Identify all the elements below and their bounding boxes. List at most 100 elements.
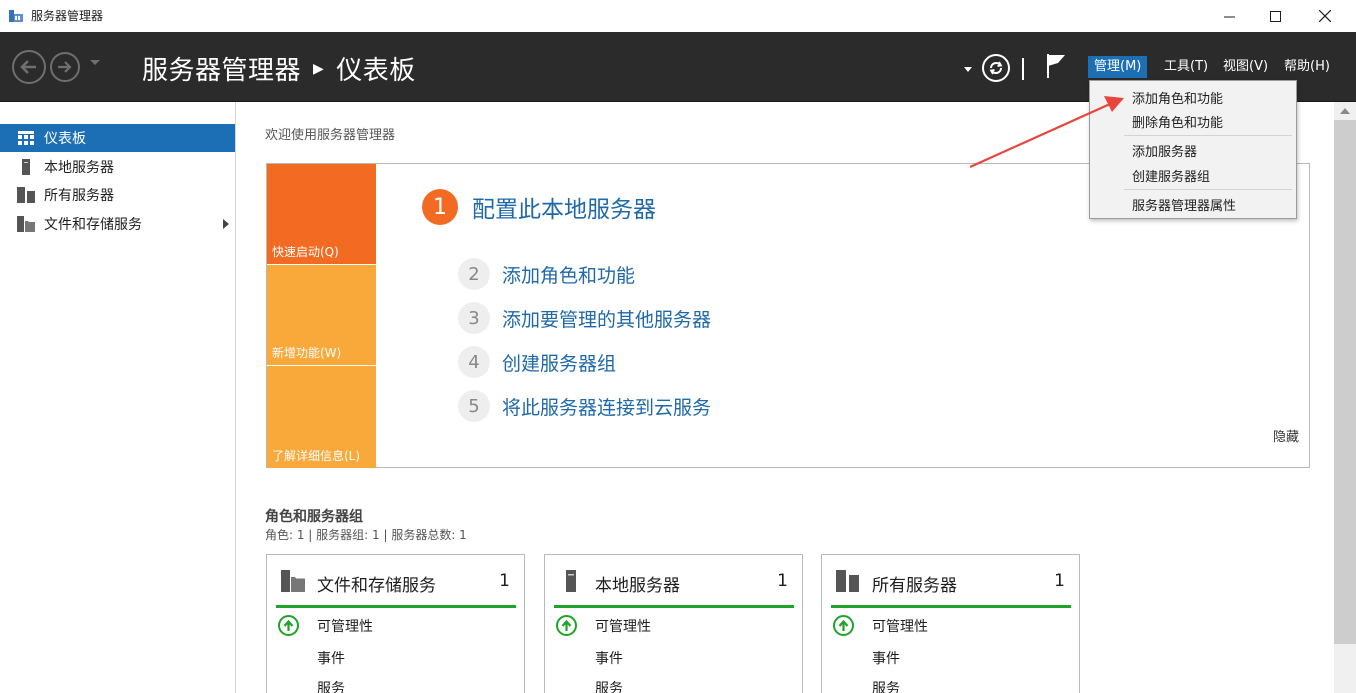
vertical-scrollbar[interactable]: [1334, 102, 1356, 693]
menu-help[interactable]: 帮助(H): [1278, 56, 1336, 78]
file-storage-icon: [17, 216, 35, 232]
step-label[interactable]: 将此服务器连接到云服务: [502, 393, 711, 420]
sidebar-item-label: 本地服务器: [44, 160, 114, 176]
menu-item-add-servers[interactable]: 添加服务器: [1132, 141, 1197, 160]
services-row[interactable]: 服务: [595, 678, 623, 693]
back-button[interactable]: [12, 50, 46, 84]
menu-separator: [1124, 189, 1292, 190]
all-servers-icon: [836, 570, 859, 592]
card-title: 本地服务器: [595, 576, 680, 596]
status-up-icon: [833, 615, 854, 636]
events-row[interactable]: 事件: [595, 648, 623, 668]
sidebar-item-all-servers[interactable]: 所有服务器: [0, 181, 235, 209]
step-number: 2: [458, 258, 490, 290]
step-label[interactable]: 配置此本地服务器: [472, 190, 656, 224]
card-title: 文件和存储服务: [317, 576, 436, 596]
expand-arrow-icon[interactable]: [223, 219, 229, 229]
events-row[interactable]: 事件: [317, 648, 345, 668]
status-bar: [554, 605, 794, 608]
sidebar-item-local-server[interactable]: 本地服务器: [0, 153, 235, 181]
status-up-icon: [556, 615, 577, 636]
step-configure-local-server[interactable]: 1 配置此本地服务器: [422, 189, 656, 225]
manageability-row[interactable]: 可管理性: [278, 615, 373, 636]
dashboard-icon: [17, 130, 35, 146]
step-label[interactable]: 创建服务器组: [502, 349, 616, 376]
menu-view[interactable]: 视图(V): [1217, 56, 1274, 78]
menu-item-properties[interactable]: 服务器管理器属性: [1132, 195, 1236, 214]
arrow-left-icon: [20, 60, 36, 74]
breadcrumb-current: 仪表板: [336, 56, 416, 86]
menu-item-add-roles[interactable]: 添加角色和功能: [1132, 88, 1223, 107]
title-bar: 服务器管理器: [0, 0, 1356, 32]
step-label[interactable]: 添加要管理的其他服务器: [502, 305, 711, 332]
whats-new-tile[interactable]: 新增功能(W): [267, 265, 376, 365]
manageability-row[interactable]: 可管理性: [833, 615, 928, 636]
header-divider: [1022, 58, 1024, 80]
whats-new-label: 新增功能(W): [272, 346, 342, 360]
arrow-right-icon: [58, 61, 72, 73]
minimize-button[interactable]: [1206, 0, 1252, 32]
card-count: 1: [1054, 571, 1065, 591]
services-row[interactable]: 服务: [317, 678, 345, 693]
role-card-file-storage[interactable]: 文件和存储服务 1 可管理性 事件 服务: [266, 554, 525, 693]
menu-separator: [1124, 135, 1292, 136]
card-count: 1: [499, 571, 510, 591]
status-bar: [276, 605, 516, 608]
breadcrumb-root[interactable]: 服务器管理器: [142, 56, 301, 86]
menu-item-create-group[interactable]: 创建服务器组: [1132, 166, 1210, 185]
sidebar: 仪表板 本地服务器 所有服务器 文件和存储服务: [0, 102, 236, 693]
step-number: 3: [458, 302, 490, 334]
refresh-button[interactable]: [982, 54, 1010, 82]
step-number: 4: [458, 346, 490, 378]
role-card-all-servers[interactable]: 所有服务器 1 可管理性 事件 服务: [821, 554, 1080, 693]
notification-flag-icon[interactable]: [1045, 53, 1067, 79]
status-bar: [831, 605, 1071, 608]
menu-item-remove-roles[interactable]: 删除角色和功能: [1132, 112, 1223, 131]
menu-tools[interactable]: 工具(T): [1158, 56, 1214, 78]
roles-summary: 角色: 1 | 服务器组: 1 | 服务器总数: 1: [265, 528, 467, 542]
quick-start-tile[interactable]: 快速启动(Q): [267, 164, 376, 264]
manageability-label: 可管理性: [872, 618, 928, 635]
step-create-group[interactable]: 4 创建服务器组: [458, 346, 616, 378]
breadcrumb-separator-icon: ▶: [313, 60, 325, 77]
manage-dropdown-menu: 添加角色和功能 删除角色和功能 添加服务器 创建服务器组 服务器管理器属性: [1089, 80, 1297, 219]
local-server-icon: [17, 159, 35, 175]
file-storage-icon: [281, 570, 305, 592]
maximize-button[interactable]: [1252, 0, 1298, 32]
forward-button[interactable]: [50, 52, 80, 82]
step-label[interactable]: 添加角色和功能: [502, 261, 635, 288]
services-row[interactable]: 服务: [872, 678, 900, 693]
all-servers-icon: [17, 187, 35, 203]
status-up-icon: [278, 615, 299, 636]
role-card-local-server[interactable]: 本地服务器 1 可管理性 事件 服务: [544, 554, 803, 693]
scroll-up-icon[interactable]: [1340, 108, 1350, 114]
sidebar-item-label: 文件和存储服务: [44, 217, 142, 233]
card-count: 1: [777, 571, 788, 591]
window-title: 服务器管理器: [31, 9, 104, 23]
local-server-icon: [566, 570, 576, 592]
scrollbar-thumb[interactable]: [1334, 120, 1356, 644]
manageability-row[interactable]: 可管理性: [556, 615, 651, 636]
maximize-icon: [1269, 10, 1281, 22]
sidebar-item-file-storage[interactable]: 文件和存储服务: [0, 210, 235, 238]
close-icon: [1319, 10, 1331, 22]
minimize-icon: [1223, 16, 1235, 17]
history-dropdown-icon[interactable]: [90, 60, 100, 65]
roles-section-title: 角色和服务器组: [265, 509, 363, 525]
learn-more-tile[interactable]: 了解详细信息(L): [267, 366, 376, 468]
sidebar-item-label: 仪表板: [44, 131, 86, 147]
server-manager-window: 服务器管理器 服务器管理器 ▶ 仪表板 管理(M) 工具(T) 视图(V) 帮助…: [0, 0, 1356, 693]
step-connect-cloud[interactable]: 5 将此服务器连接到云服务: [458, 390, 711, 422]
events-row[interactable]: 事件: [872, 648, 900, 668]
step-add-servers[interactable]: 3 添加要管理的其他服务器: [458, 302, 711, 334]
close-button[interactable]: [1302, 0, 1348, 32]
menu-manage[interactable]: 管理(M): [1088, 56, 1148, 78]
header-dropdown-icon[interactable]: [964, 67, 972, 72]
server-manager-app-icon: [9, 10, 23, 22]
step-number: 1: [422, 189, 458, 225]
manageability-label: 可管理性: [317, 618, 373, 635]
step-add-roles[interactable]: 2 添加角色和功能: [458, 258, 635, 290]
hide-link[interactable]: 隐藏: [1273, 426, 1299, 445]
step-number: 5: [458, 390, 490, 422]
sidebar-item-dashboard[interactable]: 仪表板: [0, 124, 235, 152]
